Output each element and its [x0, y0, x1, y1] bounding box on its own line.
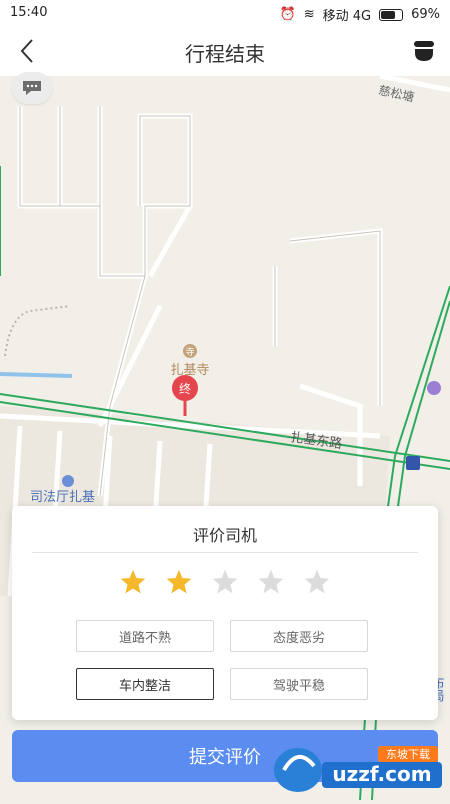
neighborhood-pin-icon	[62, 475, 74, 487]
submit-label: 提交评价	[189, 747, 261, 768]
alarm-icon: ⏰	[279, 7, 296, 22]
tag-button[interactable]: 驾驶平稳	[230, 668, 368, 700]
status-icons: ⏰ ≋ 移动 4G 69%	[280, 5, 440, 24]
watermark-domain: uzzf.com	[332, 762, 431, 786]
tag-list: 道路不熟 态度恶劣 车内整洁 驾驶平稳	[76, 620, 374, 700]
watermark-site: 东坡下载	[386, 748, 430, 761]
hotel-icon	[427, 381, 441, 395]
chat-button[interactable]	[12, 72, 52, 104]
rating-title: 评价司机	[192, 526, 257, 545]
tag-button[interactable]: 态度恶劣	[230, 620, 368, 652]
star-icon[interactable]	[119, 568, 147, 596]
divider	[32, 552, 418, 553]
tag-button[interactable]: 道路不熟	[76, 620, 214, 652]
menu-icon	[414, 41, 434, 61]
tag-button[interactable]: 车内整洁	[76, 668, 214, 700]
carrier-text: 移动 4G	[322, 9, 372, 24]
star-rating	[12, 568, 438, 596]
watermark-logo: uzzf.com 东坡下载	[270, 736, 446, 798]
nav-bar: 行程结束	[0, 26, 450, 77]
status-time: 15:40	[10, 5, 48, 20]
end-marker-label: 终	[179, 381, 191, 396]
star-icon[interactable]	[211, 568, 239, 596]
temple-label: 扎基寺	[170, 363, 209, 378]
wifi-icon: ≋	[303, 7, 315, 22]
rating-card: 评价司机 道路不熟 态度恶劣 车内整洁 驾驶平稳	[12, 506, 438, 720]
moon-icon	[406, 456, 420, 470]
star-icon[interactable]	[165, 568, 193, 596]
battery-icon	[379, 8, 404, 21]
page-title: 行程结束	[185, 42, 265, 66]
chat-icon	[23, 81, 41, 95]
menu-button[interactable]	[410, 38, 438, 64]
battery-text: 69%	[411, 7, 440, 22]
temple-icon: 寺	[185, 347, 194, 358]
star-icon[interactable]	[257, 568, 285, 596]
neighborhood-label: 司法厅扎基	[30, 490, 95, 505]
status-bar: 15:40 ⏰ ≋ 移动 4G 69%	[0, 0, 450, 26]
star-icon[interactable]	[303, 568, 331, 596]
